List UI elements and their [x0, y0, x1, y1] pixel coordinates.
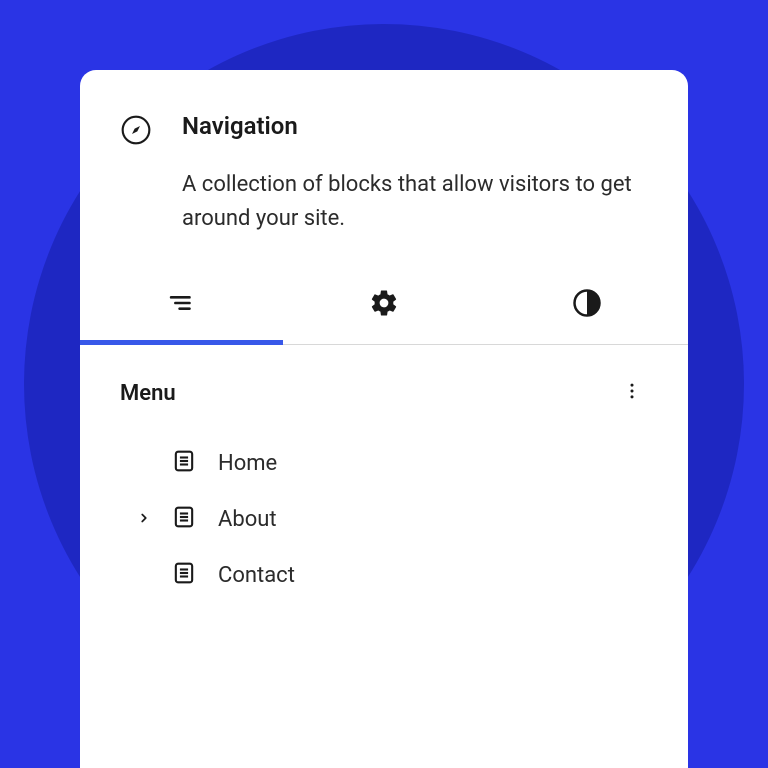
tab-bar: [80, 266, 688, 345]
expand-toggle[interactable]: [138, 510, 150, 529]
menu-item-about[interactable]: About: [138, 503, 648, 535]
panel-title: Navigation: [182, 112, 648, 140]
tab-styles[interactable]: [485, 266, 688, 344]
menu-title: Menu: [120, 381, 176, 406]
gear-icon: [369, 288, 399, 322]
tab-settings[interactable]: [283, 266, 486, 344]
more-button[interactable]: [616, 375, 648, 411]
menu-item-home[interactable]: Home: [138, 447, 648, 479]
more-vertical-icon: [622, 386, 642, 405]
tab-list-view[interactable]: [80, 266, 283, 344]
menu-section: Menu: [80, 345, 688, 611]
page-icon: [170, 503, 198, 535]
menu-item-contact[interactable]: Contact: [138, 559, 648, 591]
list-icon: [164, 286, 198, 324]
menu-item-label: Home: [218, 451, 277, 476]
menu-list: Home: [120, 447, 648, 591]
page-icon: [170, 447, 198, 479]
page-icon: [170, 559, 198, 591]
menu-item-label: About: [218, 507, 277, 532]
navigation-panel: Navigation A collection of blocks that a…: [80, 70, 688, 768]
contrast-icon: [572, 288, 602, 322]
chevron-right-icon: [137, 510, 151, 529]
compass-icon: [120, 114, 152, 236]
panel-description: A collection of blocks that allow visito…: [182, 168, 648, 236]
menu-item-label: Contact: [218, 563, 295, 588]
header-text: Navigation A collection of blocks that a…: [182, 112, 648, 236]
panel-header: Navigation A collection of blocks that a…: [80, 70, 688, 266]
menu-header: Menu: [120, 375, 648, 411]
